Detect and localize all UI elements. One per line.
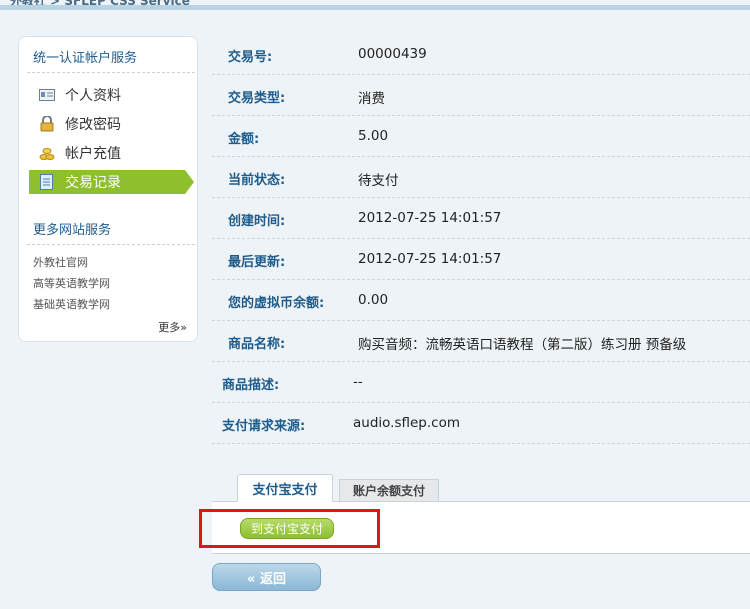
account-sidebar: 统一认证帐户服务 个人资料 修改密码 帐户充值 交易记录 更多网站服务 外教社官… [18,36,198,342]
sidebar-item-label: 个人资料 [65,88,121,104]
detail-row: 交易类型: 消费 [212,75,750,116]
detail-value: 0.00 [358,292,389,308]
detail-label: 最后更新: [228,255,286,270]
link-sflep-official[interactable]: 外教社官网 [33,254,88,270]
sidebar-section-title: 统一认证帐户服务 [33,51,138,66]
tab-alipay[interactable]: 支付宝支付 [237,474,333,502]
detail-row: 当前状态: 待支付 [212,157,750,198]
divider [27,72,195,73]
tab-account-balance[interactable]: 账户余额支付 [339,479,439,502]
coins-icon [39,145,55,161]
divider [27,244,195,245]
sidebar-item-recharge[interactable]: 帐户充值 [29,141,185,165]
detail-row: 最后更新: 2012-07-25 14:01:57 [212,239,750,280]
detail-value: 购买音频：流畅英语口语教程（第二版）练习册 预备级 [358,337,687,353]
sidebar-item-label: 修改密码 [65,117,121,133]
detail-value: 消费 [358,91,385,107]
detail-value: 2012-07-25 14:01:57 [358,210,502,226]
detail-row: 商品描述: -- [212,362,750,403]
detail-label: 您的虚拟币余额: [228,296,325,311]
detail-label: 当前状态: [228,173,286,188]
detail-row: 商品名称: 购买音频：流畅英语口语教程（第二版）练习册 预备级 [212,321,750,362]
more-link[interactable]: 更多» [158,319,187,335]
profile-card-icon [39,87,55,103]
sidebar-item-label: 交易记录 [65,175,121,191]
link-basic-english[interactable]: 基础英语教学网 [33,296,110,312]
breadcrumb: 外教社 > SFLEP CSS Service [10,0,190,8]
detail-value: 00000439 [358,46,427,62]
detail-label: 交易号: [228,50,273,65]
lock-icon [39,116,55,132]
detail-row: 您的虚拟币余额: 0.00 [212,280,750,321]
sidebar-item-transactions[interactable]: 交易记录 [29,170,194,194]
document-icon [39,174,55,190]
link-higher-english[interactable]: 高等英语教学网 [33,275,110,291]
detail-label: 创建时间: [228,214,286,229]
detail-value: audio.sflep.com [353,415,460,431]
detail-label: 支付请求来源: [222,419,306,434]
detail-label: 金额: [228,132,260,147]
pay-with-alipay-button[interactable]: 到支付宝支付 [240,518,334,539]
detail-value: -- [353,374,363,390]
back-button[interactable]: « 返回 [212,563,321,591]
detail-value: 待支付 [358,173,399,189]
sidebar-item-label: 帐户充值 [65,146,121,162]
sidebar-item-change-password[interactable]: 修改密码 [29,112,185,136]
detail-row: 创建时间: 2012-07-25 14:01:57 [212,198,750,239]
detail-label: 交易类型: [228,91,286,106]
sidebar-item-profile[interactable]: 个人资料 [29,83,185,107]
sidebar-section-title: 更多网站服务 [33,223,112,238]
detail-value: 5.00 [358,128,389,144]
detail-row: 交易号: 00000439 [212,34,750,75]
detail-row: 支付请求来源: audio.sflep.com [212,403,750,444]
detail-label: 商品描述: [222,378,280,393]
detail-label: 商品名称: [228,337,286,352]
detail-row: 金额: 5.00 [212,116,750,157]
detail-value: 2012-07-25 14:01:57 [358,251,502,267]
top-banner: 外教社 > SFLEP CSS Service [0,0,750,10]
